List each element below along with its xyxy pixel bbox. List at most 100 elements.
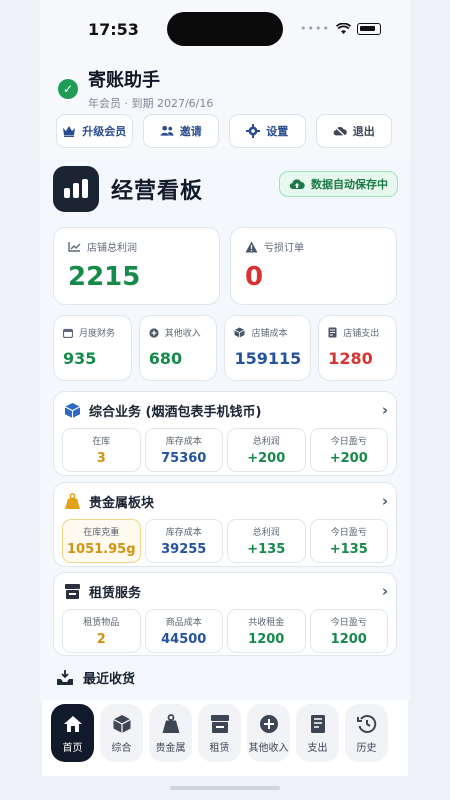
summary-card-loss-orders[interactable]: 亏损订单 0 (230, 227, 397, 305)
nav-general-label: 综合 (111, 742, 132, 754)
metric-label: 总利润 (252, 437, 280, 447)
recent-receipts-header: 最近收货 (56, 668, 135, 687)
section-precious-metals[interactable]: 贵金属板块 › 在库克重 1051.95g 库存成本 39255 总利润 +135 今… (53, 482, 397, 567)
recent-receipts-title: 最近收货 (83, 672, 136, 687)
chevron-right-icon[interactable]: › (382, 401, 388, 419)
wifi-icon (335, 22, 351, 34)
store-expense-label: 店铺支出 (328, 326, 387, 339)
dynamic-island (167, 12, 283, 46)
metric-label: 商品成本 (165, 618, 202, 628)
metric-value: +135 (329, 542, 368, 557)
monthly-finance-label: 月度财务 (63, 326, 122, 339)
phone-screen: 17:53 •••• ✓ 寄账助手 年会员 · 到期 2027/6/16 升级会… (0, 0, 450, 800)
profit-label: 店铺总利润 (68, 239, 205, 254)
metric-total-rent: 共收租金 1200 (227, 609, 306, 653)
general-business-metrics: 在库 3 库存成本 75360 总利润 +200 今日盈亏 +200 (62, 428, 388, 472)
metric-value: 3 (96, 451, 106, 466)
mini-card-monthly-finance[interactable]: 月度财务 935 (53, 315, 132, 381)
metric-label: 今日盈亏 (330, 437, 367, 447)
metric-value: 1200 (248, 632, 285, 647)
metric-label: 在库 (92, 437, 111, 447)
summary-card-profit[interactable]: 店铺总利润 2215 (53, 227, 220, 305)
logout-button[interactable]: 退出 (315, 114, 392, 148)
metric-rental-items: 租赁物品 2 (62, 609, 141, 653)
monthly-finance-value: 935 (63, 349, 97, 368)
receipt-icon (328, 327, 337, 338)
nav-precious-metals[interactable]: 贵金属 (149, 704, 192, 762)
cube-icon (64, 402, 81, 418)
metric-today-pnl: 今日盈亏 1200 (309, 609, 388, 653)
metric-value: 2 (96, 632, 106, 647)
nav-rental[interactable]: 租赁 (198, 704, 241, 762)
store-cost-value: 159115 (234, 349, 302, 368)
metric-total-profit: 总利润 +135 (227, 519, 306, 563)
precious-metals-metrics: 在库克重 1051.95g 库存成本 39255 总利润 +135 今日盈亏 +135 (62, 519, 388, 563)
nav-expense-label: 支出 (307, 742, 328, 754)
invite-label: 邀请 (179, 126, 202, 138)
warning-icon (245, 241, 258, 252)
box-icon (234, 327, 246, 338)
history-icon (356, 713, 378, 735)
metric-inventory-cost: 库存成本 39255 (144, 519, 223, 563)
other-income-label-text: 其他收入 (164, 329, 201, 339)
autosave-text: 数据自动保存中 (311, 178, 388, 191)
nav-rental-label: 租赁 (209, 742, 230, 754)
section-rental-service[interactable]: 租赁服务 › 租赁物品 2 商品成本 44500 共收租金 1200 今日盈亏 1200 (53, 572, 397, 656)
store-cost-label: 店铺成本 (234, 326, 301, 339)
rental-service-header: 租赁服务 (62, 581, 388, 601)
metric-in-stock: 在库 3 (62, 428, 141, 472)
user-name: 寄账助手 (88, 70, 160, 91)
autosave-badge: 数据自动保存中 (279, 171, 398, 197)
signal-icon: •••• (300, 22, 330, 35)
invite-button[interactable]: 邀请 (142, 114, 219, 148)
metric-label: 共收租金 (248, 618, 285, 628)
metric-value: 1051.95g (66, 542, 136, 557)
upgrade-membership-button[interactable]: 升级会员 (56, 114, 133, 148)
settings-button[interactable]: 设置 (229, 114, 306, 148)
chevron-right-icon[interactable]: › (382, 492, 388, 510)
metric-total-profit: 总利润 +200 (227, 428, 306, 472)
loss-orders-label-text: 亏损订单 (264, 243, 304, 254)
rental-service-metrics: 租赁物品 2 商品成本 44500 共收租金 1200 今日盈亏 1200 (62, 609, 388, 653)
nav-expense[interactable]: 支出 (296, 704, 339, 762)
store-icon (209, 713, 231, 735)
finance-mini-cards: 月度财务 935 其他收入 680 店铺成本 159115 店铺支出 1280 (53, 315, 397, 381)
nav-home[interactable]: 首页 (51, 704, 94, 762)
chevron-right-icon[interactable]: › (382, 582, 388, 600)
nav-general[interactable]: 综合 (100, 704, 143, 762)
metric-today-pnl: 今日盈亏 +135 (309, 519, 388, 563)
trend-chart-icon (68, 242, 81, 252)
crown-icon (62, 124, 76, 138)
cube-icon (111, 713, 133, 735)
general-business-header: 综合业务 (烟酒包表手机钱币) (62, 400, 388, 420)
receipt-icon (307, 713, 329, 735)
action-row: 升级会员 邀请 设置 退出 (56, 114, 392, 148)
users-icon (160, 124, 174, 138)
nav-precious-metals-label: 贵金属 (155, 742, 186, 754)
metric-label: 在库克重 (83, 528, 120, 538)
precious-metals-title: 贵金属板块 (89, 495, 155, 511)
metric-stock-weight: 在库克重 1051.95g (62, 519, 141, 563)
mini-card-store-cost[interactable]: 店铺成本 159115 (224, 315, 312, 381)
monthly-finance-label-text: 月度财务 (79, 329, 116, 339)
weight-icon (160, 713, 182, 735)
gear-icon (246, 124, 261, 138)
upgrade-membership-label: 升级会员 (82, 126, 127, 138)
mini-card-store-expense[interactable]: 店铺支出 1280 (318, 315, 397, 381)
battery-icon (356, 22, 381, 35)
store-icon (65, 583, 80, 599)
page-title: 经营看板 (111, 179, 204, 204)
store-expense-value: 1280 (328, 349, 373, 368)
metric-label: 今日盈亏 (330, 618, 367, 628)
status-time: 17:53 (88, 20, 139, 39)
metric-label: 库存成本 (165, 528, 202, 538)
dashboard-header: 经营看板 数据自动保存中 (53, 166, 398, 212)
nav-other-income[interactable]: 其他收入 (247, 704, 290, 762)
nav-history[interactable]: 历史 (345, 704, 388, 762)
nav-other-income-label: 其他收入 (248, 742, 289, 754)
inbox-download-icon (57, 669, 73, 685)
section-general-business[interactable]: 综合业务 (烟酒包表手机钱币) › 在库 3 库存成本 75360 总利润 +200 … (53, 391, 397, 476)
cloud-off-icon (333, 124, 347, 138)
home-icon (62, 713, 84, 735)
mini-card-other-income[interactable]: 其他收入 680 (138, 315, 218, 381)
